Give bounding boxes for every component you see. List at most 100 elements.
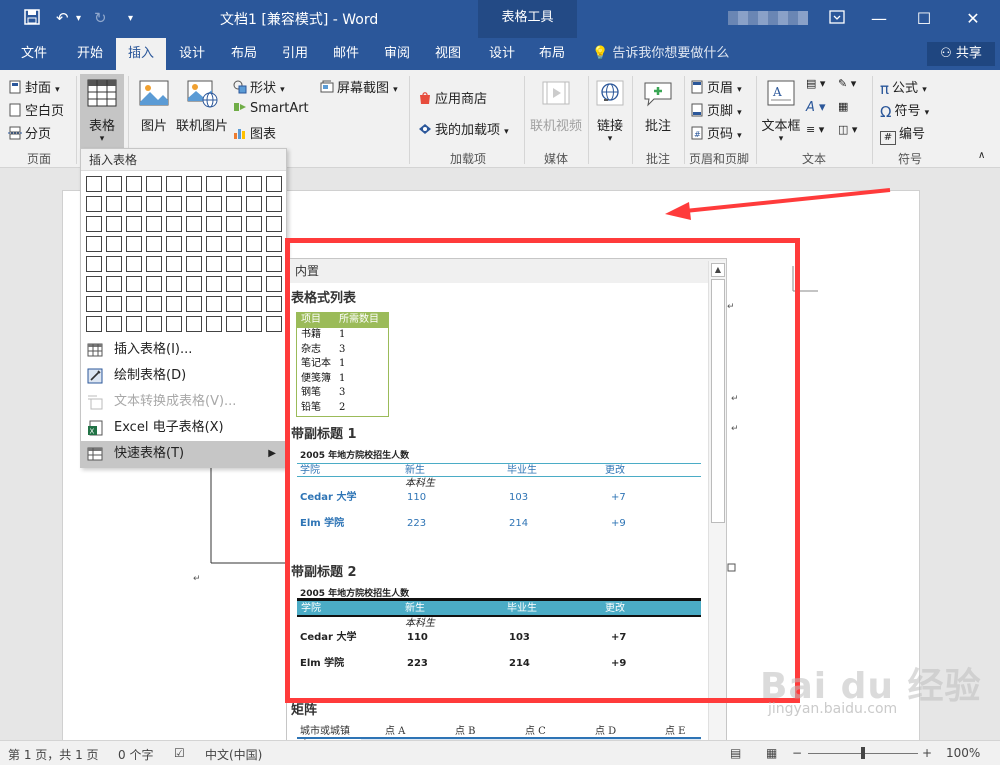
grid-cell[interactable]: [166, 316, 182, 332]
drop-cap-icon[interactable]: ≡ ▾: [806, 123, 824, 136]
tab-insert[interactable]: 插入: [116, 38, 167, 70]
grid-cell[interactable]: [166, 256, 182, 272]
grid-cell[interactable]: [126, 196, 142, 212]
grid-cell[interactable]: [86, 296, 102, 312]
account-name-blurred[interactable]: [728, 11, 808, 25]
subheads-2-preview[interactable]: 2005 年地方院校招生人数 学院 新生 毕业生 更改 本科生 Cedar 大学…: [297, 587, 701, 671]
online-picture-button[interactable]: 联机图片: [176, 74, 228, 148]
page-count[interactable]: 第 1 页，共 1 页: [8, 746, 99, 763]
grid-cell[interactable]: [186, 316, 202, 332]
grid-cell[interactable]: [226, 216, 242, 232]
web-layout-icon[interactable]: ▦: [766, 746, 777, 760]
grid-cell[interactable]: [86, 256, 102, 272]
picture-button[interactable]: 图片: [134, 74, 174, 148]
footer-button[interactable]: 页脚 ▾: [690, 100, 742, 119]
save-icon[interactable]: [24, 9, 40, 29]
header-button[interactable]: 页眉 ▾: [690, 77, 742, 96]
link-button[interactable]: 链接 ▾: [592, 74, 628, 148]
grid-cell[interactable]: [206, 316, 222, 332]
word-count[interactable]: 0 个字: [118, 746, 153, 763]
tab-mailings[interactable]: 邮件: [321, 38, 371, 70]
grid-cell[interactable]: [246, 276, 262, 292]
tab-references[interactable]: 引用: [270, 38, 320, 70]
scrollbar-thumb[interactable]: [711, 279, 725, 523]
subheads-1-preview[interactable]: 2005 年地方院校招生人数 学院 新生 毕业生 更改 本科生 Cedar 大学…: [297, 449, 701, 531]
grid-cell[interactable]: [266, 276, 282, 292]
grid-cell[interactable]: [126, 256, 142, 272]
tab-file[interactable]: 文件: [9, 38, 59, 70]
gallery-scrollbar[interactable]: ▲: [708, 261, 726, 764]
grid-cell[interactable]: [226, 256, 242, 272]
draw-table-menu-item[interactable]: 绘制表格(D): [81, 363, 286, 389]
maximize-icon[interactable]: ☐: [907, 6, 941, 32]
quick-parts-icon[interactable]: ▤ ▾: [806, 77, 825, 90]
symbol-button[interactable]: Ω 符号 ▾: [880, 100, 929, 121]
grid-cell[interactable]: [246, 256, 262, 272]
grid-cell[interactable]: [186, 256, 202, 272]
grid-cell[interactable]: [186, 236, 202, 252]
grid-cell[interactable]: [106, 196, 122, 212]
zoom-slider-thumb[interactable]: [861, 747, 865, 759]
cover-page-button[interactable]: 封面 ▾: [8, 77, 60, 96]
page-number-button[interactable]: # 页码 ▾: [690, 123, 742, 142]
page-break-button[interactable]: 分页: [8, 123, 51, 142]
grid-cell[interactable]: [206, 196, 222, 212]
grid-cell[interactable]: [266, 296, 282, 312]
tab-review[interactable]: 审阅: [372, 38, 422, 70]
proofing-icon[interactable]: ☑: [174, 746, 185, 760]
grid-cell[interactable]: [226, 196, 242, 212]
zoom-level[interactable]: 100%: [946, 746, 980, 760]
grid-cell[interactable]: [86, 316, 102, 332]
grid-cell[interactable]: [226, 176, 242, 192]
grid-cell[interactable]: [206, 216, 222, 232]
tab-design[interactable]: 设计: [167, 38, 217, 70]
grid-cell[interactable]: [206, 276, 222, 292]
grid-cell[interactable]: [206, 296, 222, 312]
grid-cell[interactable]: [146, 276, 162, 292]
date-time-icon[interactable]: ▦: [838, 100, 848, 113]
comment-button[interactable]: 批注: [636, 74, 680, 148]
customize-qat-icon[interactable]: ▾: [128, 13, 133, 24]
grid-cell[interactable]: [166, 236, 182, 252]
grid-cell[interactable]: [226, 296, 242, 312]
zoom-in-icon[interactable]: +: [922, 746, 932, 760]
grid-cell[interactable]: [186, 276, 202, 292]
tab-table-layout[interactable]: 布局: [527, 38, 577, 70]
grid-cell[interactable]: [266, 216, 282, 232]
signature-line-icon[interactable]: ✎ ▾: [838, 77, 856, 90]
grid-cell[interactable]: [166, 216, 182, 232]
grid-cell[interactable]: [186, 216, 202, 232]
grid-cell[interactable]: [146, 256, 162, 272]
grid-cell[interactable]: [126, 216, 142, 232]
number-button[interactable]: # 编号: [880, 123, 925, 145]
share-button[interactable]: ⚇ 共享: [927, 42, 995, 66]
close-icon[interactable]: ✕: [956, 6, 990, 32]
grid-cell[interactable]: [86, 276, 102, 292]
grid-cell[interactable]: [266, 236, 282, 252]
equation-button[interactable]: π 公式 ▾: [880, 77, 927, 98]
grid-cell[interactable]: [226, 236, 242, 252]
collapse-ribbon-icon[interactable]: ∧: [978, 150, 985, 161]
grid-cell[interactable]: [146, 216, 162, 232]
grid-cell[interactable]: [246, 296, 262, 312]
tabular-list-preview[interactable]: 项目 所需数目 书籍 1 杂志 3 笔记本 1 便笺簿 1 钢笔 3 铅笔 2: [296, 312, 389, 417]
tab-table-design[interactable]: 设计: [477, 38, 527, 70]
grid-cell[interactable]: [146, 236, 162, 252]
undo-icon[interactable]: ↶: [56, 9, 69, 27]
grid-cell[interactable]: [206, 176, 222, 192]
grid-cell[interactable]: [266, 256, 282, 272]
grid-cell[interactable]: [246, 176, 262, 192]
blank-page-button[interactable]: 空白页: [8, 100, 64, 119]
shapes-button[interactable]: 形状 ▾: [233, 77, 285, 96]
grid-cell[interactable]: [106, 296, 122, 312]
store-button[interactable]: 应用商店: [418, 88, 487, 107]
grid-cell[interactable]: [166, 276, 182, 292]
grid-cell[interactable]: [106, 236, 122, 252]
grid-cell[interactable]: [186, 296, 202, 312]
tab-layout[interactable]: 布局: [219, 38, 269, 70]
scroll-up-icon[interactable]: ▲: [711, 263, 725, 277]
wordart-icon[interactable]: A ▾: [806, 100, 826, 115]
smartart-button[interactable]: SmartArt: [233, 100, 309, 116]
grid-cell[interactable]: [106, 276, 122, 292]
convert-text-to-table-menu-item[interactable]: 文本转换成表格(V)...: [81, 389, 286, 415]
